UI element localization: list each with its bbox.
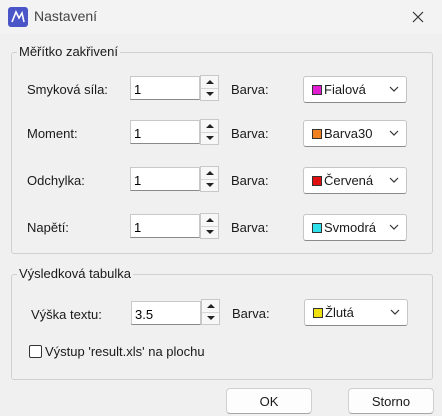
selected-color: Svmodrá (324, 220, 377, 235)
shear-force-color-select[interactable]: Fialová (303, 76, 407, 103)
stress-label: Napětí: (27, 220, 69, 235)
chevron-down-icon (205, 92, 214, 96)
chevron-up-icon (205, 124, 214, 128)
cancel-button[interactable]: Storno (348, 388, 434, 414)
spin-down-button[interactable] (201, 226, 218, 238)
chevron-down-icon (389, 86, 399, 92)
stress-input[interactable] (130, 214, 200, 238)
color-swatch (312, 85, 322, 95)
text-height-label: Výška textu: (31, 307, 102, 322)
chevron-down-icon (389, 130, 399, 136)
chevron-down-icon (389, 177, 399, 183)
moment-input[interactable] (130, 120, 200, 144)
deflection-color-label: Barva: (231, 173, 269, 188)
selected-color: Barva30 (324, 126, 373, 141)
deflection-label: Odchylka: (27, 173, 85, 188)
result-color-label: Barva: (232, 306, 270, 321)
scale-group-title: Měřítko zakřivení (17, 44, 120, 59)
shear-force-input[interactable] (130, 76, 200, 100)
deflection-color-select[interactable]: Červená (303, 167, 407, 194)
selected-color: Žlutá (325, 305, 354, 320)
stress-color-select[interactable]: Svmodrá (303, 214, 407, 241)
export-xls-checkbox[interactable] (29, 345, 42, 358)
deflection-stepper[interactable] (200, 166, 219, 192)
result-table-group-title: Výsledková tabulka (17, 266, 134, 281)
ok-button[interactable]: OK (226, 388, 312, 414)
chevron-up-icon (205, 171, 214, 175)
moment-color-select[interactable]: Barva30 (303, 120, 407, 147)
color-swatch (313, 308, 323, 318)
chevron-up-icon (206, 304, 215, 308)
chevron-down-icon (205, 183, 214, 187)
shear-force-label: Smyková síla: (27, 82, 108, 97)
selected-color: Fialová (324, 82, 366, 97)
deflection-input[interactable] (130, 167, 200, 191)
result-color-select[interactable]: Žlutá (304, 299, 408, 326)
text-height-input[interactable] (131, 301, 201, 325)
chevron-up-icon (205, 80, 214, 84)
chevron-down-icon (205, 136, 214, 140)
close-icon (412, 11, 424, 23)
spin-down-button[interactable] (201, 179, 218, 191)
moment-label: Moment: (27, 126, 78, 141)
title-bar: Nastavení (0, 0, 442, 34)
chevron-down-icon (389, 224, 399, 230)
chevron-up-icon (205, 218, 214, 222)
selected-color: Červená (324, 173, 374, 188)
export-xls-label[interactable]: Výstup 'result.xls' na plochu (45, 344, 205, 359)
spin-down-button[interactable] (201, 132, 218, 144)
text-height-stepper[interactable] (201, 299, 220, 325)
chevron-down-icon (390, 309, 400, 315)
shear-force-color-label: Barva: (231, 82, 269, 97)
shear-force-stepper[interactable] (200, 75, 219, 101)
moment-stepper[interactable] (200, 119, 219, 145)
moment-color-label: Barva: (231, 126, 269, 141)
close-button[interactable] (400, 4, 436, 30)
spin-down-button[interactable] (202, 312, 219, 324)
spin-down-button[interactable] (201, 88, 218, 100)
color-swatch (312, 176, 322, 186)
stress-stepper[interactable] (200, 213, 219, 239)
chevron-down-icon (206, 316, 215, 320)
stress-color-label: Barva: (231, 220, 269, 235)
window-title: Nastavení (34, 8, 98, 24)
color-swatch (312, 223, 322, 233)
chevron-down-icon (205, 230, 214, 234)
result-table-group (11, 274, 433, 380)
color-swatch (312, 129, 322, 139)
app-icon (8, 7, 28, 27)
